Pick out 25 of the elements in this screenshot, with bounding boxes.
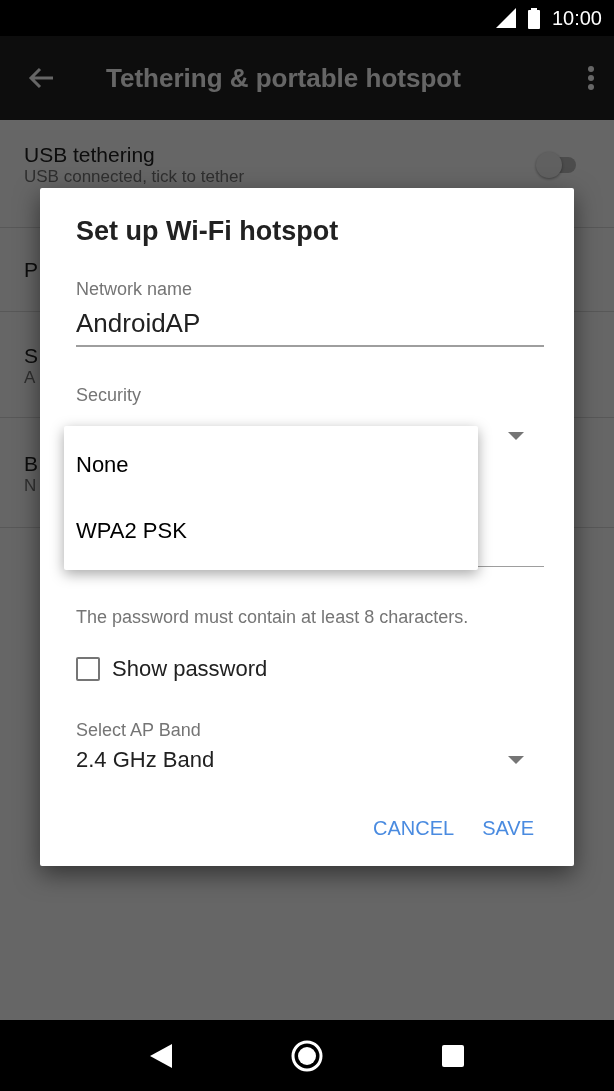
battery-icon (527, 7, 540, 29)
dropdown-arrow-icon (508, 756, 524, 764)
back-arrow-icon[interactable] (28, 67, 54, 89)
home-icon[interactable] (291, 1039, 323, 1072)
clock-time: 10:00 (551, 6, 602, 30)
checkbox[interactable] (76, 657, 100, 681)
field-label: Select AP Band (76, 720, 202, 741)
field-label: Network name (76, 279, 194, 300)
network-name-field[interactable]: AndroidAP (76, 308, 544, 347)
dropdown-value[interactable]: 2.4 GHz Band (76, 747, 215, 773)
setting-title: P (24, 257, 38, 282)
back-icon[interactable] (149, 1043, 172, 1068)
field-label: Security (76, 385, 143, 406)
setting-title: USB tethering (24, 142, 155, 167)
checkbox-label: Show password (112, 656, 268, 682)
more-options-icon[interactable] (588, 66, 594, 90)
signal-icon (495, 8, 516, 28)
setting-title: B (24, 450, 38, 476)
recents-icon[interactable] (442, 1044, 465, 1067)
dropdown-arrow-icon (508, 432, 524, 440)
menu-item[interactable]: None (64, 432, 478, 498)
menu-item[interactable]: WPA2 PSK (64, 498, 478, 564)
password-hint: The password must contain at least 8 characters. (76, 607, 470, 628)
setting-title: S (24, 342, 38, 368)
screen-title: Tethering & portable hotspot (106, 62, 462, 94)
